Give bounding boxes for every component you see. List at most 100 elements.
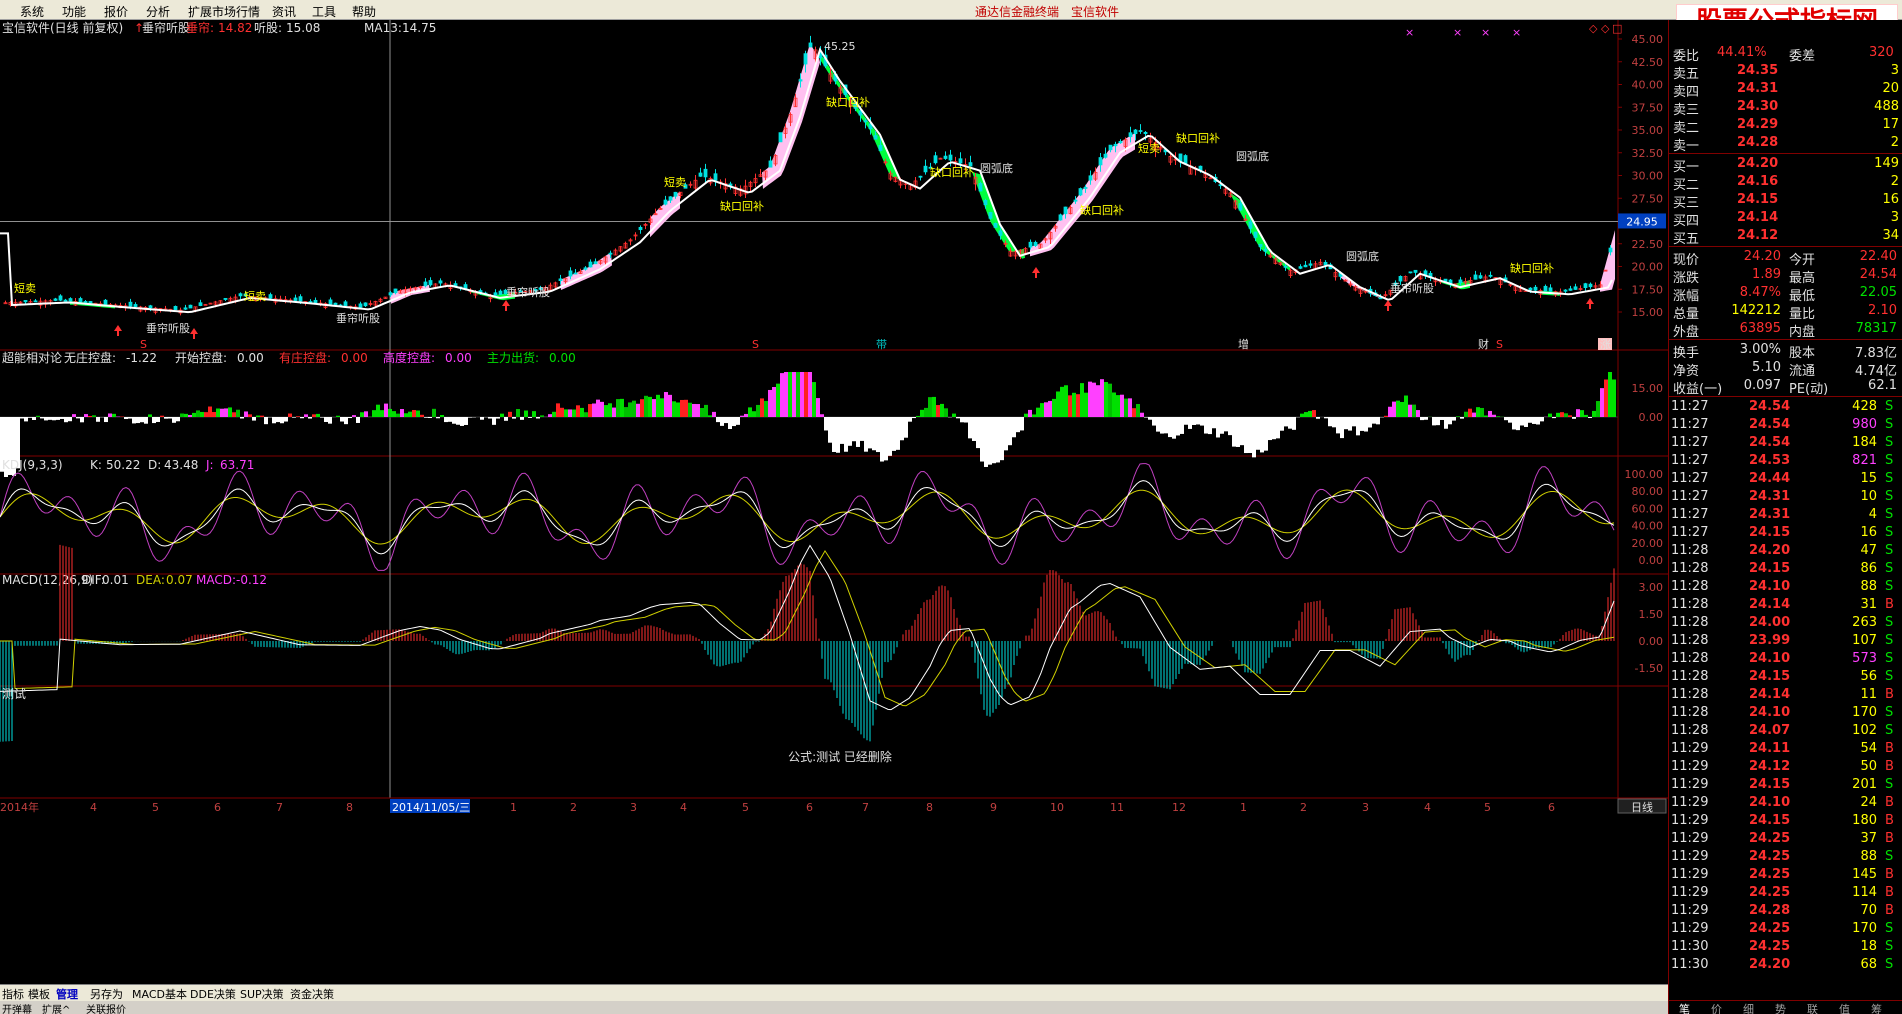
bid-row[interactable]: 买二 24.16 2 [1669,173,1902,193]
ask-row[interactable]: 卖三 24.30 488 [1669,98,1902,118]
menu-item-4[interactable]: 扩展市场行情 [188,3,260,20]
ask-row[interactable]: 卖一 24.28 2 [1669,134,1902,154]
extension-tab-1[interactable]: 扩展^ [42,1001,70,1014]
bottom-tab-7[interactable]: 资金决策 [290,986,334,1002]
tick-price: 24.31 [1749,489,1791,504]
tick-volume: 68 [1860,957,1877,972]
kdj-j-value: 63.71 [220,458,254,472]
pane2-bar [1532,417,1536,424]
pane2-bar [660,398,664,417]
candle-body [778,132,783,143]
pane2-bar [308,417,312,419]
pane2-bar [768,389,772,417]
pane2-bar [1576,409,1580,417]
tick-price: 24.20 [1749,543,1791,558]
bottom-tab-0[interactable]: 指标 [2,986,24,1002]
quote-tab-2[interactable]: 细 [1743,1001,1754,1014]
extension-tab-2[interactable]: 关联报价 [86,1001,126,1014]
pane2-bar [888,417,892,456]
tick-price: 24.14 [1749,687,1791,702]
ask-row[interactable]: 卖五 24.35 3 [1669,62,1902,82]
bottom-tab-1[interactable]: 模板 [28,986,50,1002]
bid-row[interactable]: 买五 24.12 34 [1669,227,1902,247]
bid-row[interactable]: 买三 24.15 16 [1669,191,1902,211]
pane2-item-value: 0.00 [549,351,576,365]
tick-time: 11:30 [1671,957,1709,972]
quote-tab-4[interactable]: 联 [1807,1001,1818,1014]
pane2-bar [1160,417,1164,434]
pane2-bar [216,408,220,417]
tick-side: S [1885,489,1894,504]
menu-center-0[interactable]: 通达信金融终端 [975,3,1059,20]
quote-tab-0[interactable]: 笔 [1679,1001,1690,1014]
candle-body [223,297,228,300]
tick-time: 11:27 [1671,399,1709,414]
pane2-bar [1552,417,1556,419]
candle-body [58,295,63,301]
signal-label-yuanhudi: 圆弧底 [1346,249,1379,263]
bid-row[interactable]: 买四 24.14 3 [1669,209,1902,229]
pane2-bar [1140,412,1144,417]
quote-tab-1[interactable]: 价 [1711,1001,1722,1014]
stat-value: 22.40 [1859,249,1897,264]
menu-item-2[interactable]: 报价 [104,3,128,20]
pane2-bar [168,417,172,419]
pane2-bar [668,394,672,417]
pane2-title: 超能相对论 [2,350,62,365]
stats2-separator [1669,339,1902,340]
candle-body [1308,263,1313,266]
chuilian-label: 垂帘: [186,20,214,35]
tick-price: 24.31 [1749,507,1791,522]
ask-row[interactable]: 卖二 24.29 17 [1669,116,1902,136]
tick-row: 11:29 24.25 37 B [1669,830,1902,848]
chart-area[interactable]: 宝信软件(日线 前复权) ↑ 垂帘听股 垂帘: 14.82 听股: 15.08 MA13: 14… [0,20,1668,984]
date-month: 11 [1110,801,1124,814]
menu-item-1[interactable]: 功能 [62,3,86,20]
pane2-bar [636,403,640,417]
menu-item-0[interactable]: 系统 [20,3,44,20]
pane2-bar [1300,413,1304,417]
pane2-bar [932,396,936,417]
extension-tab-0[interactable]: 开弹幕 [2,1001,32,1014]
pane2-bar [532,411,536,417]
bottom-tab-5[interactable]: DDE决策 [190,986,236,1002]
pane2-bar [704,404,708,417]
bottom-tab-4[interactable]: MACD基本 [132,986,187,1002]
pane2-bar [1240,417,1244,446]
pane2-bar [916,415,920,417]
pane2-bar [1508,417,1512,423]
tick-side: B [1885,597,1894,612]
quote-tab-5[interactable]: 值 [1839,1001,1850,1014]
menu-item-3[interactable]: 分析 [146,3,170,20]
bottom-tab-6[interactable]: SUP决策 [240,986,284,1002]
tick-volume: 56 [1860,669,1877,684]
pane2-bar [284,417,288,422]
menu-item-7[interactable]: 帮助 [352,3,376,20]
tick-volume: 114 [1852,885,1877,900]
candle-body [1088,175,1093,181]
quote-tab-6[interactable]: 筹 [1871,1001,1882,1014]
candle-body [863,120,868,123]
pane2-bar [1412,404,1416,417]
candle-body [588,261,593,268]
pane2-axis: 0.00 [1639,411,1664,424]
menu-item-6[interactable]: 工具 [312,3,336,20]
menu-center-1[interactable]: 宝信软件 [1071,3,1119,20]
tick-side: S [1885,615,1894,630]
bottom-tab-3[interactable]: 另存为 [90,986,123,1002]
pane2-bar [1452,417,1456,421]
pane2-bar [424,417,428,418]
tick-volume: 102 [1852,723,1877,738]
pane2-bar [1588,417,1592,419]
chuilian-value: 14.82 [218,21,252,35]
quote-tab-3[interactable]: 势 [1775,1001,1786,1014]
menu-item-5[interactable]: 资讯 [272,3,296,20]
pane2-bar [684,399,688,417]
pane2-bar [248,414,252,417]
tick-side: S [1885,651,1894,666]
bottom-tab-2[interactable]: 管理 [56,986,78,1002]
ask-row[interactable]: 卖四 24.31 20 [1669,80,1902,100]
pane2-bar [804,372,808,417]
tick-side: S [1885,705,1894,720]
bid-row[interactable]: 买一 24.20 149 [1669,155,1902,175]
